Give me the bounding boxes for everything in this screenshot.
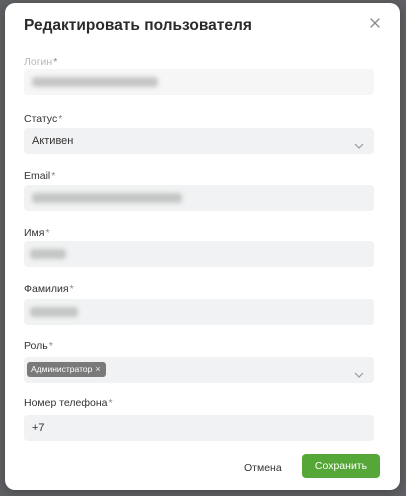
redacted-value (30, 249, 66, 259)
role-multiselect[interactable]: Администратор × (24, 357, 374, 383)
last-name-label: Фамилия* (24, 283, 74, 295)
status-value: Активен (32, 135, 74, 147)
dialog-title: Редактировать пользователя (24, 17, 252, 34)
email-field[interactable] (24, 185, 374, 211)
login-field (24, 69, 374, 95)
phone-field[interactable]: +7 (24, 415, 374, 441)
chevron-down-icon (354, 366, 364, 378)
role-label: Роль* (24, 340, 53, 352)
role-tag: Администратор × (27, 362, 106, 377)
save-button[interactable]: Сохранить (302, 454, 380, 478)
first-name-field[interactable] (24, 241, 374, 267)
status-select[interactable]: Активен (24, 128, 374, 154)
phone-label: Номер телефона* (24, 397, 113, 409)
chevron-down-icon (354, 137, 364, 149)
last-name-field[interactable] (24, 299, 374, 325)
redacted-value (30, 307, 78, 317)
email-label: Email* (24, 170, 56, 182)
redacted-value (32, 77, 158, 87)
login-label: Логин* (24, 56, 58, 68)
status-label: Статус* (24, 113, 63, 125)
close-icon[interactable] (368, 16, 382, 30)
phone-value: +7 (32, 422, 45, 434)
redacted-value (32, 193, 182, 203)
role-tag-label: Администратор (31, 364, 93, 374)
tag-remove-icon[interactable]: × (95, 362, 100, 377)
first-name-label: Имя* (24, 227, 50, 239)
cancel-button[interactable]: Отмена (238, 458, 288, 478)
edit-user-dialog: Редактировать пользователя Логин* Статус… (5, 3, 400, 490)
